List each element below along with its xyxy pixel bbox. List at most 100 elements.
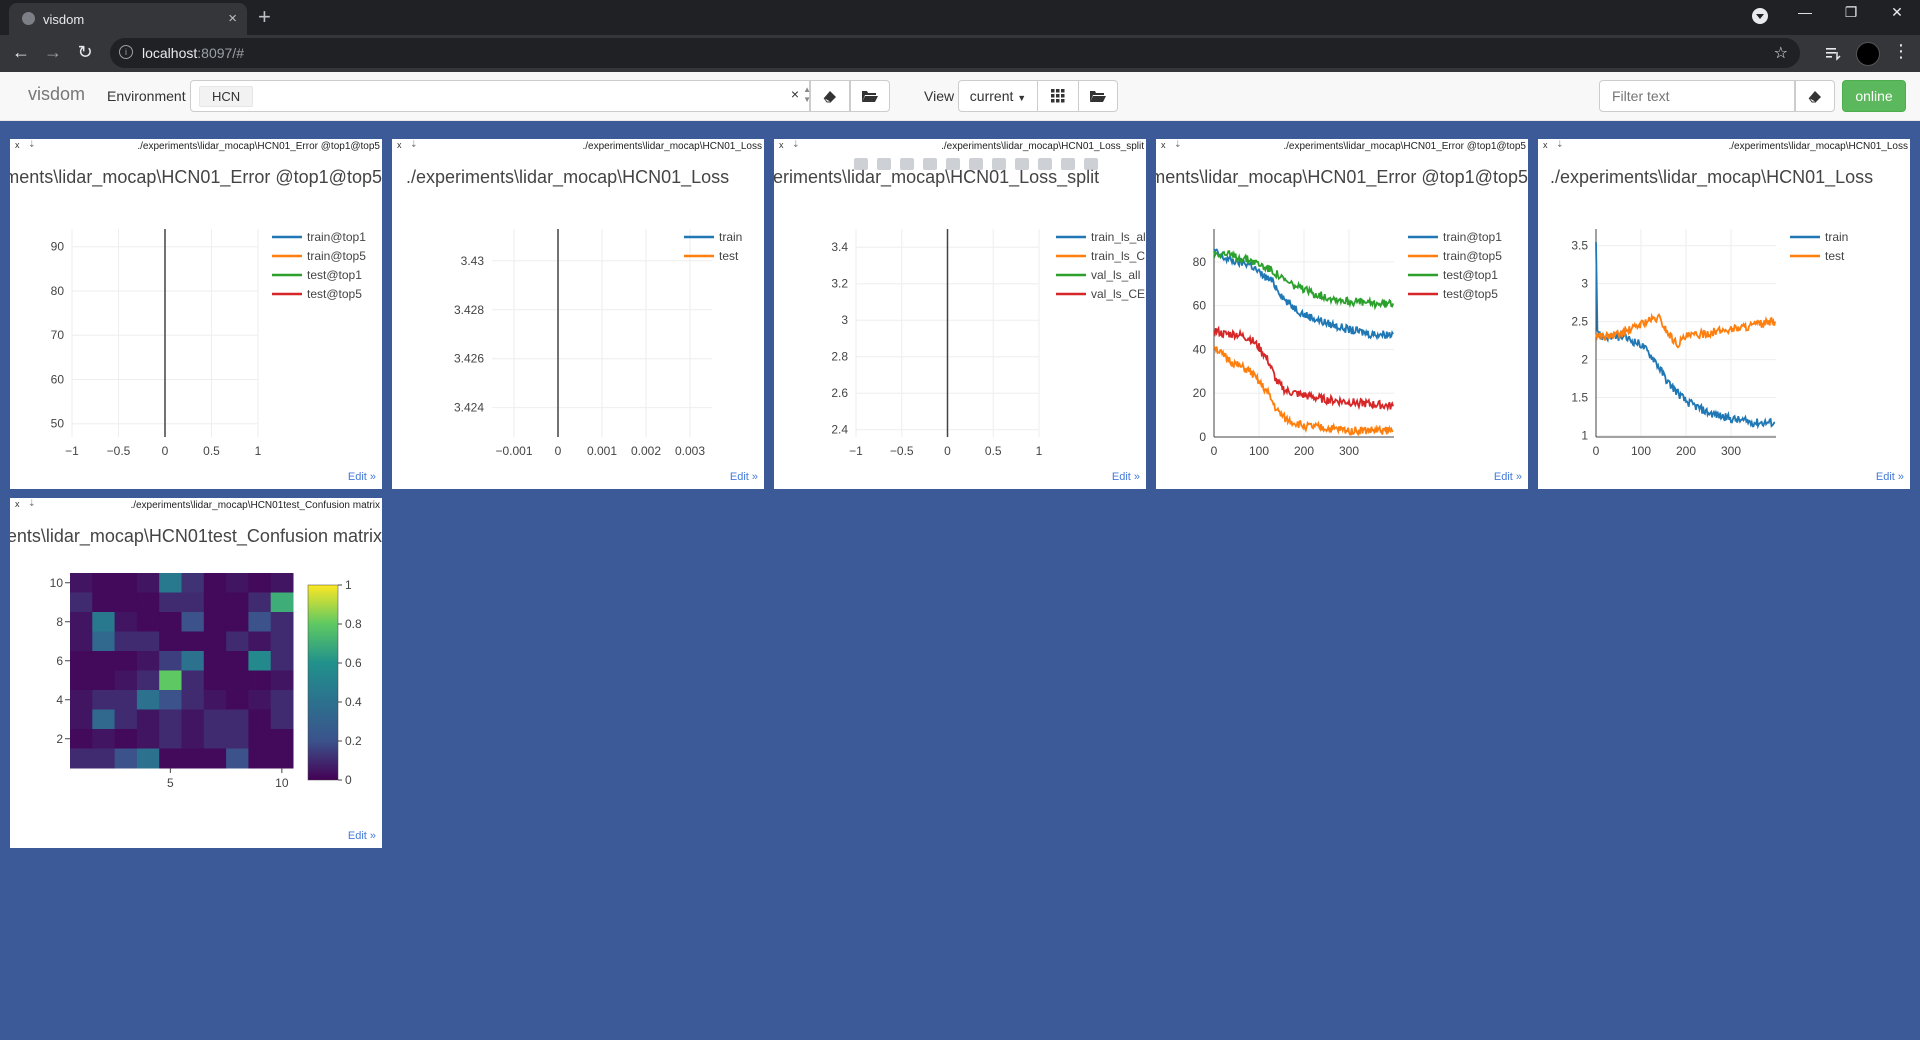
legend-label: train_ls_CE <box>1091 249 1146 263</box>
heatmap-cell <box>203 690 227 710</box>
y-tick-label: 3.428 <box>454 303 484 317</box>
heatmap-cell <box>136 709 160 730</box>
y-tick-label: 80 <box>1193 255 1207 269</box>
colorbar-tick-label: 0.6 <box>345 656 362 670</box>
heatmap-cell <box>159 729 182 749</box>
legend-label: train@top5 <box>1443 249 1502 263</box>
tab-close-icon[interactable]: × <box>228 10 237 27</box>
heatmap-cell <box>203 670 227 691</box>
x-tick-label: 10 <box>275 776 289 790</box>
online-status-button[interactable]: online <box>1842 80 1906 112</box>
heatmap-cell <box>203 748 227 769</box>
plot-area[interactable]: −1 −0.5 0 0.5 1 50 60 70 80 90 train@top1 train@top… <box>10 139 382 489</box>
x-tick-label: 5 <box>167 776 174 790</box>
heatmap-cell <box>270 670 294 691</box>
heatmap-cell <box>248 651 272 671</box>
heatmap-cell <box>226 573 249 593</box>
y-tick-label: 3 <box>841 313 848 327</box>
plot-area[interactable]: 0 100 200 300 1 1.5 2 2.5 3 3.5 train test <box>1538 139 1910 489</box>
y-tick-label: 60 <box>51 372 65 386</box>
plot-pane[interactable]: x ⇣ ./experiments\lidar_mocap\HCN01_Loss… <box>1538 139 1910 489</box>
environment-chip[interactable]: HCN <box>199 86 254 107</box>
x-tick-label: −1 <box>849 444 863 458</box>
colorbar-tick-label: 0.8 <box>345 617 362 631</box>
info-icon[interactable]: i <box>119 45 133 59</box>
plot-pane[interactable]: x ⇣ ./experiments\lidar_mocap\HCN01_Erro… <box>10 139 382 489</box>
heatmap-cell <box>248 592 272 613</box>
new-tab-icon[interactable]: + <box>258 3 271 31</box>
heatmap-cell <box>226 670 249 691</box>
y-tick-label: 2.4 <box>831 423 848 437</box>
legend-label: test@top1 <box>1443 268 1498 282</box>
heatmap-cell <box>248 631 272 652</box>
plot-area[interactable]: −1 −0.5 0 0.5 1 2.4 2.6 2.8 3 3.2 3.4 train_ls_allt… <box>774 139 1146 489</box>
heatmap-cell <box>114 670 138 691</box>
clear-env-button[interactable] <box>810 80 850 112</box>
legend-label: train <box>719 230 742 244</box>
heatmap-cell <box>159 690 182 710</box>
minimize-icon[interactable]: — <box>1790 4 1820 20</box>
manage-views-button[interactable] <box>1078 80 1118 112</box>
heatmap-cell <box>136 690 160 710</box>
bookmark-star-icon[interactable]: ☆ <box>1774 43 1788 63</box>
view-select[interactable]: current ▼ <box>958 80 1038 112</box>
browser-address-bar: ← → ↻ i localhost:8097/# ☆ <box>0 35 1920 72</box>
edit-link[interactable]: Edit » <box>1494 471 1522 483</box>
visdom-brand[interactable]: visdom <box>28 84 85 105</box>
window-close-icon[interactable]: ✕ <box>1882 4 1912 21</box>
globe-icon <box>22 12 35 25</box>
edit-link[interactable]: Edit » <box>348 471 376 483</box>
manage-env-button[interactable] <box>850 80 890 112</box>
y-tick-label: 50 <box>51 417 65 431</box>
heatmap-cell <box>159 709 182 730</box>
forward-icon[interactable]: → <box>42 42 64 63</box>
y-tick-label: 80 <box>51 284 65 298</box>
clear-filter-button[interactable] <box>1795 80 1835 112</box>
heatmap-cell <box>114 690 138 710</box>
heatmap-cell <box>114 729 138 749</box>
environment-select[interactable]: HCN × ▲ ▼ <box>190 80 811 112</box>
colorbar-tick-label: 0 <box>345 773 352 787</box>
tab-search-icon[interactable] <box>1752 8 1768 24</box>
repack-button[interactable] <box>1037 80 1079 112</box>
heatmap-cell <box>203 651 227 671</box>
heatmap-cell <box>270 631 294 652</box>
edit-link[interactable]: Edit » <box>1876 471 1904 483</box>
x-tick-label: 0 <box>162 444 169 458</box>
plot-pane[interactable]: x ⇣ ./experiments\lidar_mocap\HCN01_Loss… <box>774 139 1146 489</box>
profile-avatar[interactable] <box>1856 42 1880 66</box>
environment-clear-icon[interactable]: × <box>791 86 799 102</box>
browser-menu-icon[interactable]: ⋮ <box>1892 41 1910 62</box>
heatmap-cell <box>136 729 160 749</box>
heatmap-cell <box>181 651 205 671</box>
plot-area[interactable]: −0.001 0 0.001 0.002 0.003 3.424 3.426 3.428 3.4… <box>392 139 764 489</box>
plot-pane[interactable]: x ⇣ ./experiments\lidar_mocap\HCN01_Erro… <box>1156 139 1528 489</box>
heatmap-cell <box>92 729 116 749</box>
edit-link[interactable]: Edit » <box>730 471 758 483</box>
url-field[interactable]: i localhost:8097/# ☆ <box>110 38 1800 68</box>
y-tick-label: 8 <box>56 615 63 629</box>
edit-link[interactable]: Edit » <box>348 830 376 842</box>
visdom-toolbar: visdom Environment HCN × ▲ ▼ View current… <box>0 72 1920 121</box>
heatmap-cell <box>248 690 272 710</box>
plot-area[interactable]: 0 100 200 300 0 20 40 60 80 train@top1 train@top5 t… <box>1156 139 1528 489</box>
heatmap-cell <box>203 709 227 730</box>
heatmap-cell <box>159 592 182 613</box>
browser-tab-bar: visdom × + — ❐ ✕ <box>0 0 1920 35</box>
y-tick-label: 3.2 <box>831 277 848 291</box>
restore-icon[interactable]: ❐ <box>1836 4 1866 21</box>
heatmap-area[interactable]: 2 4 6 8 10 5 10 0 0.2 0.4 0.6 0.8 1 <box>10 498 382 848</box>
filter-input[interactable] <box>1599 80 1795 112</box>
heatmap-pane[interactable]: x ⇣ ./experiments\lidar_mocap\HCN01test_… <box>10 498 382 848</box>
heatmap-cell <box>226 729 249 749</box>
back-icon[interactable]: ← <box>10 42 32 63</box>
legend-label: test <box>1825 249 1845 263</box>
browser-tab[interactable]: visdom × <box>9 3 247 35</box>
environment-label: Environment <box>107 88 186 104</box>
heatmap-cell <box>70 690 93 710</box>
colorbar <box>307 584 339 781</box>
plot-pane[interactable]: x ⇣ ./experiments\lidar_mocap\HCN01_Loss… <box>392 139 764 489</box>
reload-icon[interactable]: ↻ <box>74 42 96 63</box>
media-control-icon[interactable] <box>1824 44 1842 62</box>
edit-link[interactable]: Edit » <box>1112 471 1140 483</box>
